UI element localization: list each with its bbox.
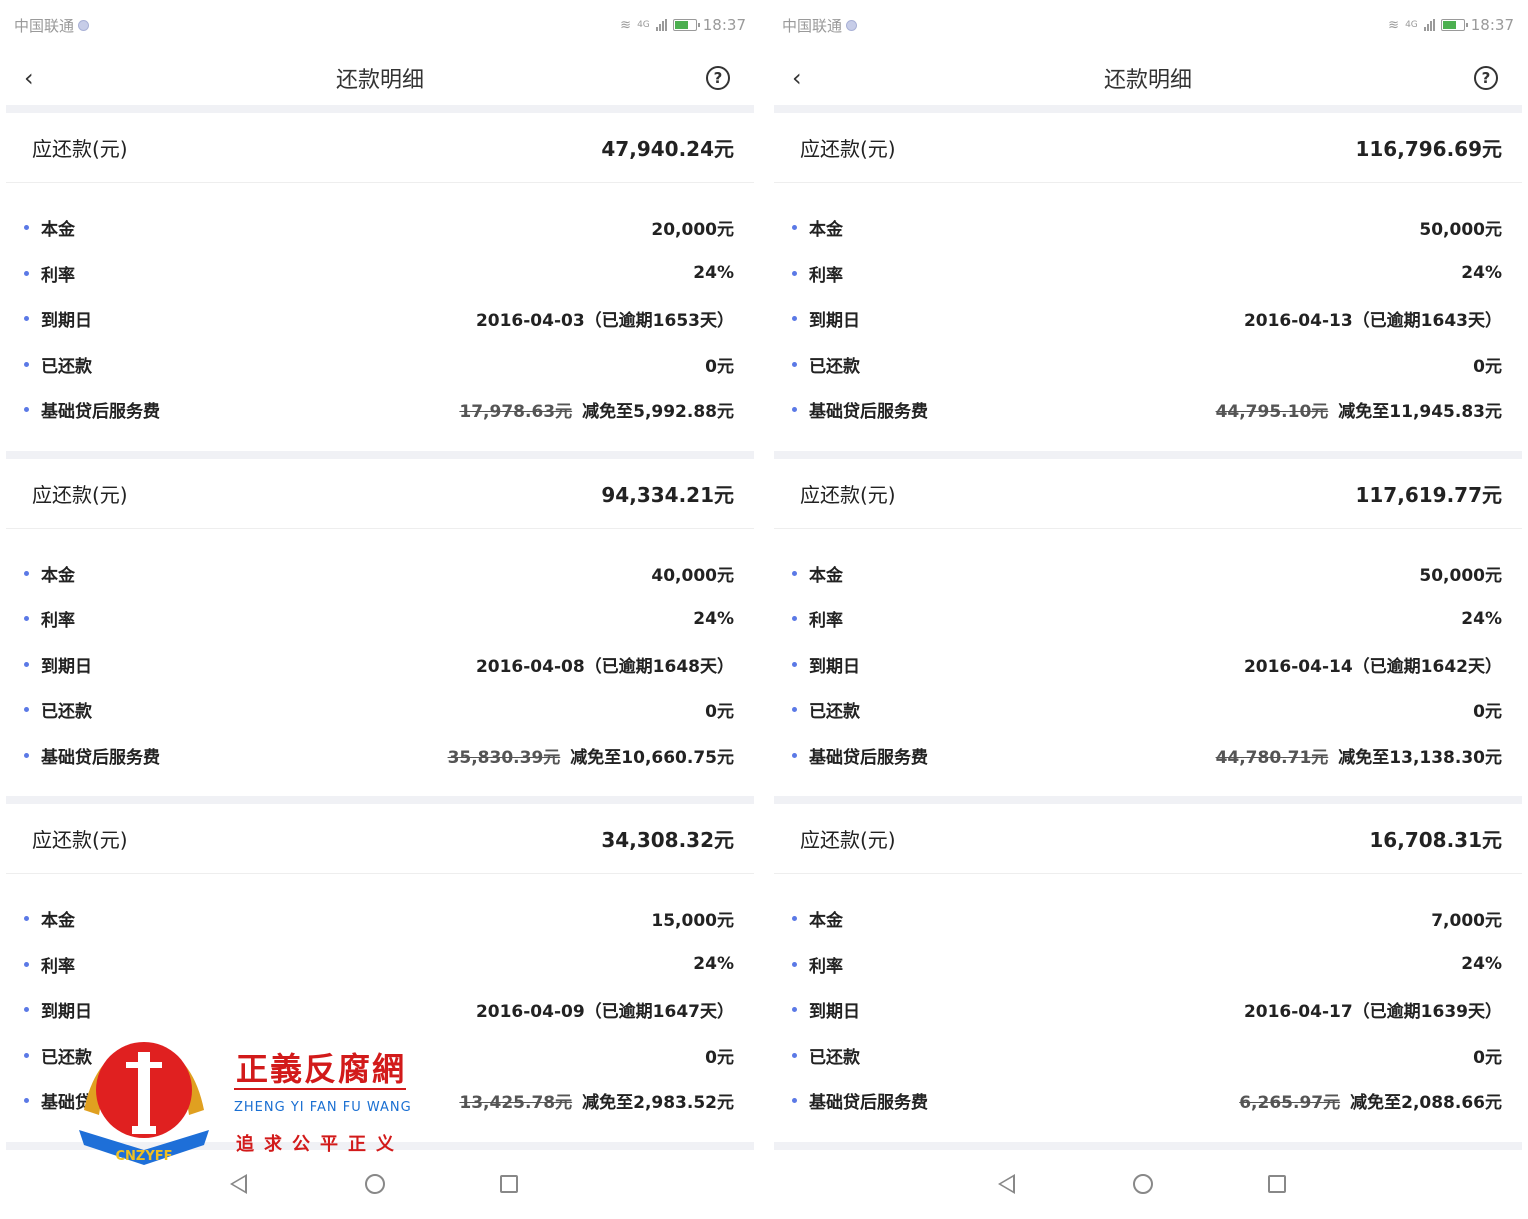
system-nav-bar	[0, 1149, 760, 1219]
due-label: 应还款(元)	[32, 828, 128, 852]
section-divider	[774, 450, 1522, 459]
phone-screen-right: 中国联通 ≋ 4G 18:37 ‹ 还款明细 ? 应还款(元) 116,796.…	[768, 0, 1528, 1219]
repayment-card: 应还款(元) 16,708.31元 本金 7,000元 利率 24% 到期日 2016…	[768, 804, 1528, 1142]
row-rate: 利率 24%	[6, 251, 754, 297]
wifi-icon: ≋	[1388, 17, 1400, 33]
row-service-fee: 基础贷后服务费 6,265.97元 减免至2,088.66元	[774, 1078, 1522, 1124]
phone-screen-left: 中国联通 ≋ 4G 18:37 ‹ 还款明细 ? 应还款(元) 47,940.2…	[0, 0, 760, 1219]
status-bar: 中国联通 ≋ 4G 18:37	[768, 0, 1528, 50]
due-amount: 116,796.69元	[1355, 137, 1502, 161]
row-repaid: 已还款 0元	[6, 342, 754, 388]
page-title: 还款明细	[335, 67, 424, 93]
system-back-button[interactable]	[998, 1174, 1028, 1194]
due-amount: 94,334.21元	[601, 482, 734, 507]
row-repaid: 已还款 0元	[6, 687, 754, 733]
row-principal: 本金 40,000元	[6, 551, 754, 597]
nav-bar: ‹ 还款明细 ?	[0, 50, 760, 105]
row-rate: 利率 24%	[774, 596, 1522, 642]
section-divider	[774, 796, 1522, 804]
row-repaid: 已还款 0元	[774, 1033, 1522, 1079]
signal-icon	[655, 19, 667, 31]
battery-icon	[1440, 19, 1468, 31]
row-principal: 本金 7,000元	[774, 896, 1522, 942]
carrier-icon	[846, 19, 858, 31]
signal-icon	[1423, 19, 1435, 31]
row-repaid: 已还款 0元	[774, 687, 1522, 733]
system-nav-bar	[768, 1149, 1528, 1219]
repayment-card: 应还款(元) 117,619.77元 本金 50,000元 利率 24% 到期日 20…	[768, 459, 1528, 797]
row-rate: 利率 24%	[774, 251, 1522, 297]
carrier-name: 中国联通	[14, 16, 75, 35]
row-rate: 利率 24%	[6, 942, 754, 988]
row-repaid: 已还款 0元	[774, 342, 1522, 388]
row-principal: 本金 20,000元	[6, 205, 754, 251]
wifi-icon: ≋	[620, 17, 632, 33]
due-amount: 16,708.31元	[1369, 828, 1502, 852]
page-title: 还款明细	[1103, 67, 1192, 93]
row-principal: 本金 15,000元	[6, 896, 754, 942]
section-divider	[6, 796, 754, 804]
back-icon[interactable]: ‹	[792, 64, 822, 92]
status-time: 18:37	[702, 16, 746, 34]
section-divider	[6, 450, 754, 459]
row-due-date: 到期日 2016-04-08（已逾期1648天）	[6, 642, 754, 688]
due-label: 应还款(元)	[32, 482, 128, 507]
row-service-fee: 基础贷后服务费 35,830.39元 减免至10,660.75元	[6, 733, 754, 779]
status-bar: 中国联通 ≋ 4G 18:37	[0, 0, 760, 50]
row-service-fee: 基础贷后服务费 13,425.78元 减免至2,983.52元	[6, 1078, 754, 1124]
battery-icon	[672, 19, 700, 31]
back-icon[interactable]: ‹	[24, 64, 54, 92]
row-due-date: 到期日 2016-04-17（已逾期1639天）	[774, 987, 1522, 1033]
due-label: 应还款(元)	[32, 137, 128, 161]
repayment-card: 应还款(元) 116,796.69元 本金 50,000元 利率 24% 到期日 20…	[768, 113, 1528, 451]
system-back-button[interactable]	[230, 1174, 260, 1194]
repayment-card: 应还款(元) 47,940.24元 本金 20,000元 利率 24% 到期日 201…	[0, 113, 760, 451]
section-divider	[774, 105, 1522, 113]
row-service-fee: 基础贷后服务费 17,978.63元 减免至5,992.88元	[6, 387, 754, 433]
due-label: 应还款(元)	[800, 828, 896, 852]
row-principal: 本金 50,000元	[774, 205, 1522, 251]
due-amount: 34,308.32元	[601, 828, 734, 852]
due-label: 应还款(元)	[800, 482, 896, 507]
system-home-button[interactable]	[365, 1174, 395, 1194]
section-divider	[6, 105, 754, 113]
due-amount: 47,940.24元	[601, 137, 734, 161]
due-amount: 117,619.77元	[1355, 482, 1502, 507]
row-service-fee: 基础贷后服务费 44,780.71元 减免至13,138.30元	[774, 733, 1522, 779]
carrier-name: 中国联通	[782, 16, 843, 35]
system-recents-button[interactable]	[500, 1175, 530, 1193]
due-label: 应还款(元)	[800, 137, 896, 161]
carrier-icon	[78, 19, 90, 31]
system-recents-button[interactable]	[1268, 1175, 1298, 1193]
row-rate: 利率 24%	[6, 596, 754, 642]
row-due-date: 到期日 2016-04-09（已逾期1647天）	[6, 987, 754, 1033]
row-repaid: 已还款 0元	[6, 1033, 754, 1079]
help-icon[interactable]: ?	[1474, 65, 1498, 90]
row-due-date: 到期日 2016-04-14（已逾期1642天）	[774, 642, 1522, 688]
status-time: 18:37	[1470, 16, 1514, 34]
row-due-date: 到期日 2016-04-13（已逾期1643天）	[774, 296, 1522, 342]
system-home-button[interactable]	[1133, 1174, 1163, 1194]
repayment-card: 应还款(元) 34,308.32元 本金 15,000元 利率 24% 到期日 201…	[0, 804, 760, 1142]
repayment-card: 应还款(元) 94,334.21元 本金 40,000元 利率 24% 到期日 201…	[0, 459, 760, 797]
row-rate: 利率 24%	[774, 942, 1522, 988]
row-due-date: 到期日 2016-04-03（已逾期1653天）	[6, 296, 754, 342]
row-service-fee: 基础贷后服务费 44,795.10元 减免至11,945.83元	[774, 387, 1522, 433]
nav-bar: ‹ 还款明细 ?	[768, 50, 1528, 105]
network-type: 4G	[1405, 20, 1418, 30]
row-principal: 本金 50,000元	[774, 551, 1522, 597]
network-type: 4G	[637, 20, 650, 30]
help-icon[interactable]: ?	[706, 65, 730, 90]
